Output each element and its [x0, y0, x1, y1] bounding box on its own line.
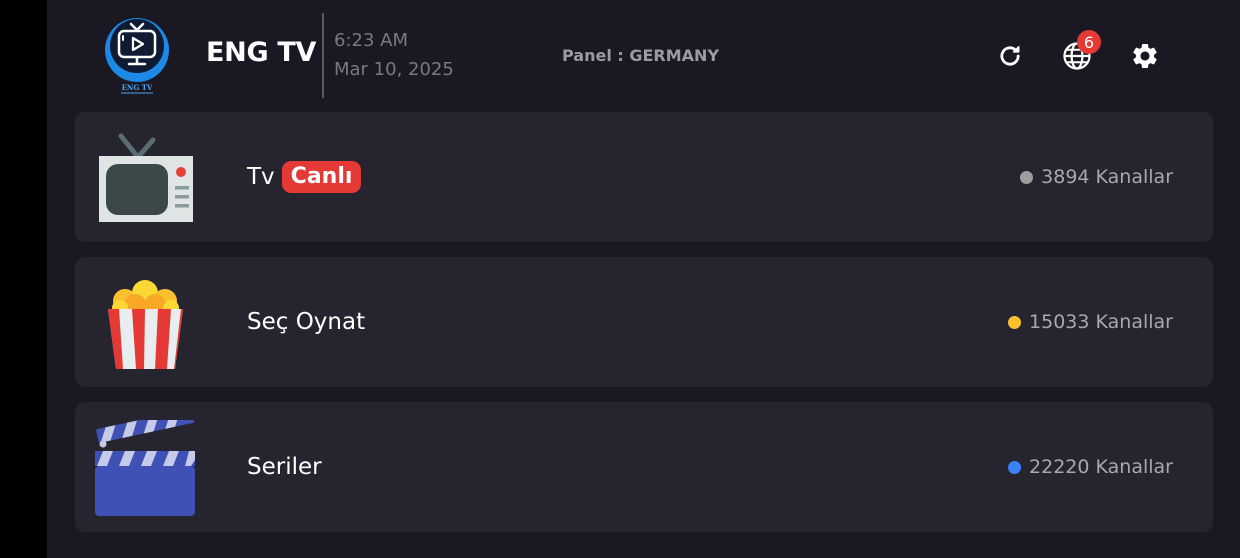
status-dot — [1008, 460, 1022, 474]
header-divider — [322, 13, 324, 98]
channel-count: 3894 Kanallar — [1020, 166, 1173, 188]
status-dot — [1008, 315, 1022, 329]
app-logo: ENG TV — [105, 18, 169, 94]
clock-date: Mar 10, 2025 — [334, 59, 454, 80]
refresh-icon — [1000, 45, 1020, 66]
category-title: Tv — [247, 164, 275, 190]
refresh-button[interactable] — [992, 38, 1028, 74]
header: ENG TV ENG TV 6:23 AM Mar 10, 2025 Panel… — [47, 0, 1240, 110]
channel-count-text: 15033 Kanallar — [1029, 311, 1173, 333]
settings-button[interactable] — [1127, 38, 1163, 74]
panel-label: Panel : GERMANY — [562, 46, 720, 65]
channel-count: 22220 Kanallar — [1008, 456, 1173, 478]
tv-icon — [99, 133, 193, 222]
category-card-live-tv[interactable]: Tv Canlı 3894 Kanallar — [75, 112, 1213, 242]
category-title: Seç Oynat — [247, 309, 366, 335]
channel-count: 15033 Kanallar — [1008, 311, 1173, 333]
category-title: Seriler — [247, 454, 322, 480]
category-card-vod[interactable]: Seç Oynat 15033 Kanallar — [75, 257, 1213, 387]
svg-text:ENG TV: ENG TV — [122, 83, 153, 92]
popcorn-icon — [108, 280, 183, 369]
app-title: ENG TV — [206, 37, 317, 68]
category-label: Seriler — [247, 454, 322, 480]
live-badge: Canlı — [281, 161, 362, 193]
category-label: Tv Canlı — [247, 161, 362, 193]
clock-time: 6:23 AM — [334, 30, 408, 51]
notification-badge: 6 — [1077, 30, 1101, 54]
channel-count-text: 22220 Kanallar — [1029, 456, 1173, 478]
clapperboard-icon — [95, 420, 195, 516]
category-label: Seç Oynat — [247, 309, 365, 335]
status-dot — [1020, 170, 1034, 184]
app-screen: ENG TV ENG TV 6:23 AM Mar 10, 2025 Panel… — [47, 0, 1240, 558]
settings-icon — [1133, 43, 1157, 68]
channel-count-text: 3894 Kanallar — [1041, 166, 1173, 188]
category-card-series[interactable]: Seriler 22220 Kanallar — [75, 402, 1213, 532]
